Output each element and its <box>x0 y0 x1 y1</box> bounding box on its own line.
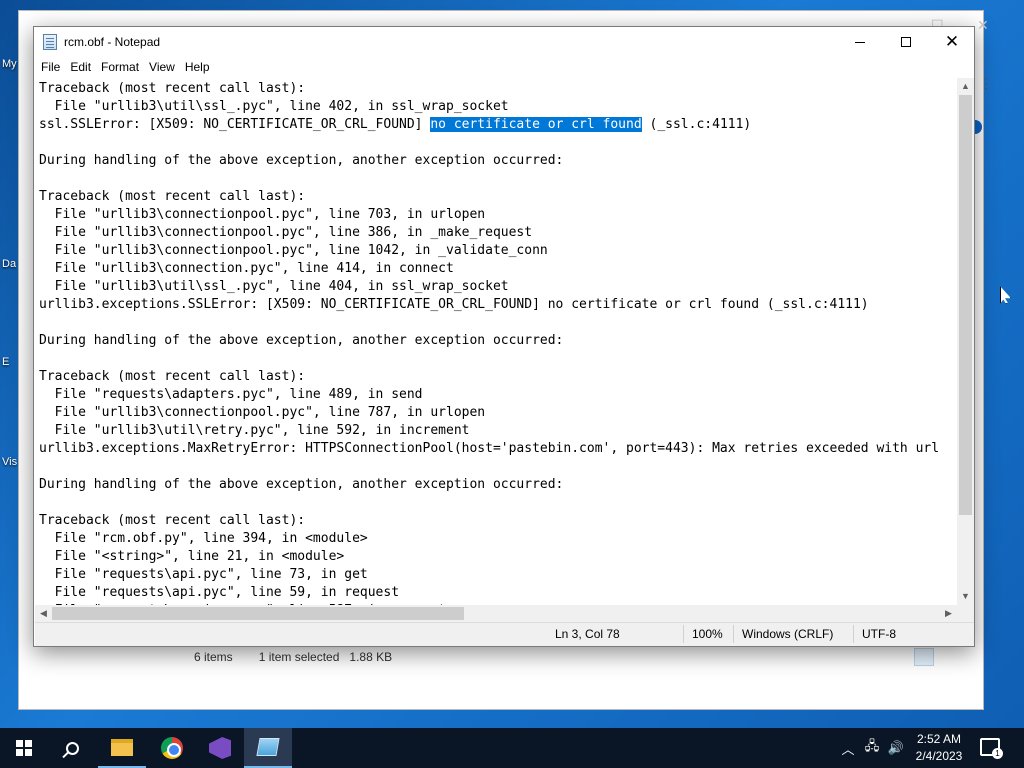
text-body: During handling of the above exception, … <box>39 153 940 605</box>
chrome-icon <box>161 737 183 759</box>
notepad-status-bar: Ln 3, Col 78 100% Windows (CRLF) UTF-8 <box>35 622 974 646</box>
editor-content: Traceback (most recent call last): File … <box>35 78 957 605</box>
item-count: 6 items <box>194 649 233 664</box>
scroll-right-icon[interactable]: ▶ <box>940 608 957 619</box>
notepad-icon <box>256 738 280 756</box>
text-line: ssl.SSLError: [X509: NO_CERTIFICATE_OR_C… <box>39 117 431 132</box>
close-icon: ✕ <box>944 32 960 51</box>
scrollbar-corner <box>957 605 974 622</box>
explorer-status-bar: 6 items 1 item selected 1.88 KB <box>180 644 964 668</box>
notepad-window[interactable]: rcm.obf - Notepad ✕ File Edit Format Vie… <box>33 26 975 647</box>
text-line: File "urllib3\util\ssl_.pyc", line 402, … <box>39 99 509 114</box>
vertical-scrollbar[interactable]: ▲ ▼ <box>957 78 974 605</box>
network-icon[interactable]: 🖧 <box>862 737 882 759</box>
minimize-icon <box>855 41 865 43</box>
notepad-app-icon <box>43 34 57 50</box>
close-button[interactable]: ✕ <box>929 27 975 57</box>
clock-time: 2:52 AM <box>916 732 962 746</box>
selected-count: 1 item selected <box>258 649 340 664</box>
taskbar-notepad[interactable] <box>244 728 292 768</box>
volume-icon[interactable]: 🔊 <box>886 740 906 756</box>
selection-info: 1 item selected 1.88 KB <box>259 650 392 664</box>
scroll-up-icon[interactable]: ▲ <box>957 81 974 91</box>
view-toggle <box>914 648 958 666</box>
show-hidden-icons-icon[interactable]: ︿ <box>838 739 858 758</box>
text-line: (_ssl.c:4111) <box>641 117 752 132</box>
menu-help[interactable]: Help <box>182 57 215 78</box>
desktop-icon-label[interactable]: My <box>2 58 17 70</box>
line-ending: Windows (CRLF) <box>733 625 833 643</box>
horizontal-scroll-thumb[interactable] <box>52 607 464 620</box>
minimize-button[interactable] <box>837 27 883 57</box>
cursor-position: Ln 3, Col 78 <box>555 627 620 641</box>
menu-view[interactable]: View <box>146 57 180 78</box>
notepad-titlebar[interactable]: rcm.obf - Notepad ✕ <box>34 27 974 57</box>
visual-studio-icon <box>209 737 231 759</box>
clock-date: 2/4/2023 <box>915 749 963 763</box>
system-tray: ︿ 🖧 🔊 <box>838 728 910 768</box>
start-icon <box>16 740 32 756</box>
taskbar-visual-studio[interactable] <box>196 728 244 768</box>
taskbar-file-explorer[interactable] <box>98 728 146 768</box>
desktop-icon-label[interactable]: E <box>2 356 9 368</box>
taskbar-chrome[interactable] <box>148 728 196 768</box>
notification-badge: 1 <box>992 748 1003 759</box>
large-icons-view-icon[interactable] <box>938 648 958 666</box>
explorer-close-icon[interactable]: ✕ <box>977 17 989 34</box>
menu-format[interactable]: Format <box>98 57 144 78</box>
text-editor[interactable]: Traceback (most recent call last): File … <box>35 78 957 605</box>
maximize-button[interactable] <box>883 27 929 57</box>
desktop-icon-label[interactable]: Vis <box>2 456 17 468</box>
taskbar-clock[interactable]: 2:52 AM 2/4/2023 <box>910 731 968 765</box>
start-button[interactable] <box>0 728 48 768</box>
menu-file[interactable]: File <box>38 57 65 78</box>
vertical-scroll-thumb[interactable] <box>959 95 972 515</box>
maximize-icon <box>901 37 911 47</box>
file-explorer-icon <box>111 738 133 756</box>
search-icon <box>65 741 79 755</box>
selected-size: 1.88 KB <box>349 649 393 664</box>
text-line: Traceback (most recent call last): <box>39 81 306 96</box>
window-title: rcm.obf - Notepad <box>64 35 161 49</box>
menu-bar: File Edit Format View Help <box>34 57 974 78</box>
zoom-level: 100% <box>683 625 723 643</box>
horizontal-scrollbar[interactable]: ◀ ▶ <box>35 605 957 622</box>
desktop-icon-label[interactable]: Da <box>2 258 16 270</box>
menu-edit[interactable]: Edit <box>67 57 96 78</box>
scroll-left-icon[interactable]: ◀ <box>35 608 52 619</box>
search-button[interactable] <box>48 728 96 768</box>
selected-text: no certificate or crl found <box>430 117 642 132</box>
details-view-icon[interactable] <box>914 648 934 666</box>
taskbar: ︿ 🖧 🔊 2:52 AM 2/4/2023 1 <box>0 728 1024 768</box>
more-options-icon[interactable]: ⋮ <box>979 75 993 92</box>
encoding: UTF-8 <box>853 625 896 643</box>
scroll-down-icon[interactable]: ▼ <box>957 591 974 601</box>
